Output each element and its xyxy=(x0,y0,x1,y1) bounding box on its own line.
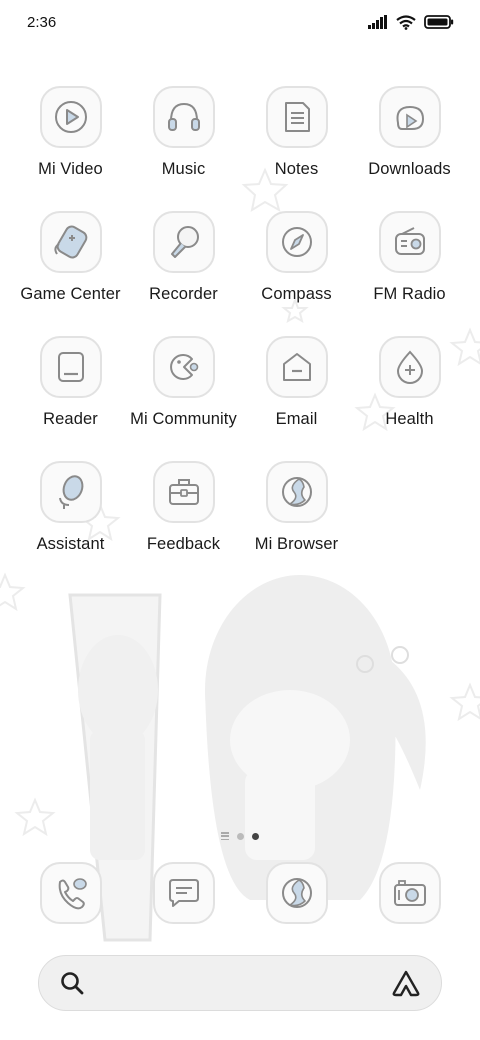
app-tile xyxy=(265,461,328,523)
app-label: Compass xyxy=(261,285,332,303)
app-assistant[interactable]: Assistant xyxy=(14,461,127,586)
signal-icon xyxy=(368,15,387,29)
app-tile xyxy=(39,211,102,273)
app-tile xyxy=(265,211,328,273)
phone-icon xyxy=(58,878,87,910)
game-center-icon xyxy=(53,225,87,259)
app-label: Notes xyxy=(274,160,319,178)
camera-icon xyxy=(393,880,426,906)
app-tile xyxy=(39,336,102,398)
app-tile xyxy=(39,86,102,148)
app-mi-community[interactable]: Mi Community xyxy=(127,336,240,461)
status-time: 2:36 xyxy=(27,13,57,31)
app-label: Mi Video xyxy=(38,160,103,178)
dock-messages[interactable] xyxy=(127,862,240,932)
app-tile xyxy=(265,86,328,148)
dock-camera[interactable] xyxy=(353,862,466,932)
app-tile xyxy=(152,86,215,148)
app-tile xyxy=(378,86,441,148)
app-tile xyxy=(378,336,441,398)
app-fm-radio[interactable]: FM Radio xyxy=(353,211,466,336)
search-icon[interactable] xyxy=(59,970,85,996)
fm-radio-icon xyxy=(394,227,425,255)
dock-phone[interactable] xyxy=(14,862,127,932)
recorder-icon xyxy=(170,226,199,258)
wifi-icon xyxy=(396,14,416,30)
app-game-center[interactable]: Game Center xyxy=(14,211,127,336)
app-label: Game Center xyxy=(20,285,121,303)
app-label: Reader xyxy=(43,410,98,428)
status-bar: 2:36 xyxy=(0,0,480,44)
app-label: FM Radio xyxy=(373,285,446,303)
page-dot-2-active[interactable] xyxy=(252,832,259,840)
page-indicator-menu-icon xyxy=(221,832,229,840)
app-label: Downloads xyxy=(368,160,451,178)
app-tile xyxy=(39,461,102,523)
mi-video-icon xyxy=(54,101,87,133)
feedback-icon xyxy=(168,479,199,505)
mi-community-icon xyxy=(169,354,198,380)
app-tile xyxy=(152,862,215,924)
app-label: Music xyxy=(161,160,206,178)
app-tile xyxy=(152,211,215,273)
app-music[interactable]: Music xyxy=(127,86,240,211)
downloads-icon xyxy=(396,105,424,130)
health-icon xyxy=(396,350,423,384)
search-bar[interactable] xyxy=(38,955,442,1011)
app-tile xyxy=(152,336,215,398)
page-dot-1[interactable] xyxy=(237,832,244,840)
status-icons xyxy=(368,14,454,30)
assistant-icon xyxy=(58,475,83,509)
battery-icon xyxy=(424,15,454,29)
app-mi-video[interactable]: Mi Video xyxy=(14,86,127,211)
app-tile xyxy=(265,862,328,924)
app-compass[interactable]: Compass xyxy=(240,211,353,336)
dock xyxy=(14,862,466,932)
app-mi-browser[interactable]: Mi Browser xyxy=(240,461,353,586)
app-tile xyxy=(378,211,441,273)
app-tile xyxy=(265,336,328,398)
app-tile xyxy=(39,862,102,924)
app-notes[interactable]: Notes xyxy=(240,86,353,211)
messages-icon xyxy=(168,879,199,907)
app-email[interactable]: Email xyxy=(240,336,353,461)
app-label: Feedback xyxy=(146,535,221,553)
notes-icon xyxy=(284,102,310,132)
browser-icon xyxy=(281,878,312,908)
music-icon xyxy=(167,102,200,131)
app-reader[interactable]: Reader xyxy=(14,336,127,461)
app-health[interactable]: Health xyxy=(353,336,466,461)
compass-icon xyxy=(281,227,312,257)
app-downloads[interactable]: Downloads xyxy=(353,86,466,211)
dock-browser[interactable] xyxy=(240,862,353,932)
app-recorder[interactable]: Recorder xyxy=(127,211,240,336)
app-feedback[interactable]: Feedback xyxy=(127,461,240,586)
app-grid: Mi Video Music Notes Downloads Game Cent… xyxy=(14,86,466,586)
app-label: Assistant xyxy=(36,535,105,553)
app-label: Health xyxy=(385,410,434,428)
page-indicator[interactable] xyxy=(0,830,480,842)
app-label: Email xyxy=(275,410,318,428)
app-tile xyxy=(152,461,215,523)
app-label: Recorder xyxy=(149,285,218,303)
app-tile xyxy=(378,862,441,924)
mi-browser-icon xyxy=(281,477,312,507)
app-label: Mi Community xyxy=(130,410,237,428)
reader-icon xyxy=(57,352,84,382)
assistant-triangle-icon[interactable] xyxy=(391,969,421,997)
email-icon xyxy=(282,353,311,381)
app-label: Mi Browser xyxy=(254,535,339,553)
